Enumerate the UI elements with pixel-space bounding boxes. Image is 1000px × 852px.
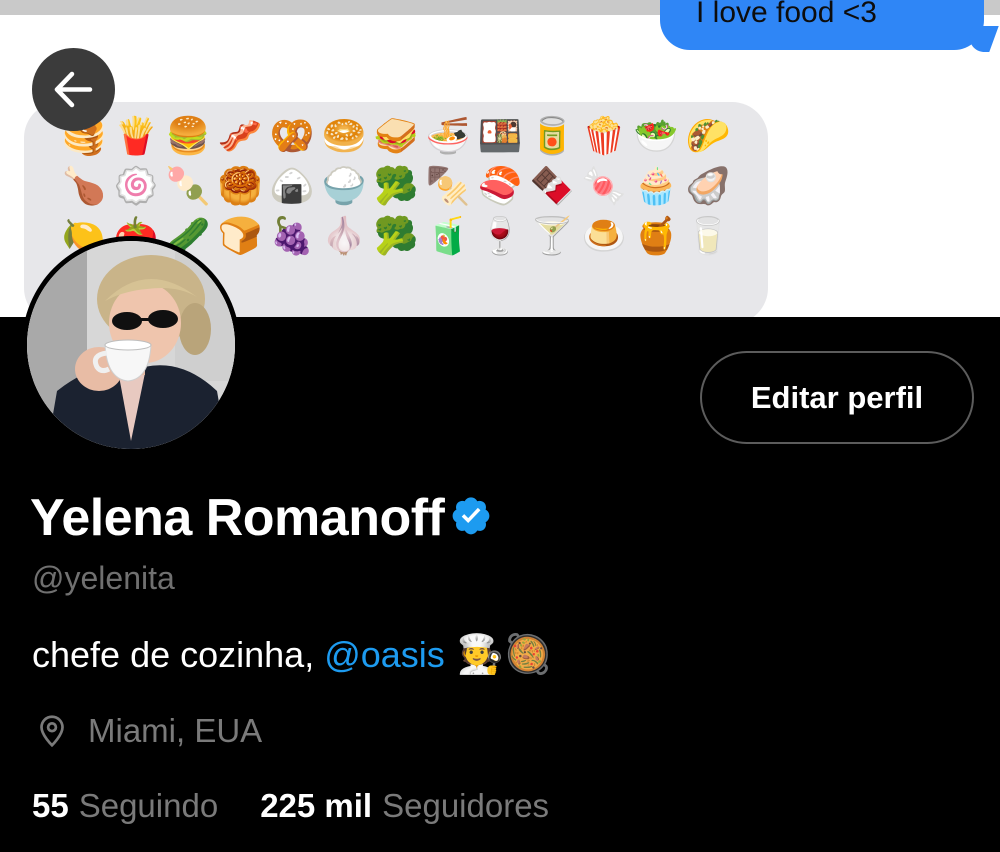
location-text: Miami, EUA (88, 712, 263, 749)
food-emoji: 🍇 (269, 216, 315, 257)
bio-emojis: 🧑‍🍳🥘 (456, 632, 552, 676)
food-emoji: 🦪 (685, 166, 731, 207)
profile-bio: chefe de cozinha, @oasis 🧑‍🍳🥘 (32, 632, 551, 677)
food-emoji: 🥦 (373, 216, 419, 257)
food-emoji: 🥓 (217, 116, 263, 157)
followers-link[interactable]: 225 mil Seguidores (260, 787, 549, 825)
following-label: Seguindo (78, 787, 219, 824)
food-emoji: 🍚 (321, 166, 367, 207)
food-emoji: 🍿 (581, 116, 627, 157)
food-emoji: 🍫 (529, 166, 575, 207)
verified-badge-icon (453, 497, 490, 535)
food-emoji: 🍞 (217, 216, 263, 257)
following-link[interactable]: 55 Seguindo (32, 787, 218, 825)
food-emoji: 🍬 (581, 166, 627, 207)
food-emoji: 🥗 (633, 116, 679, 157)
food-emoji: 🍷 (477, 216, 523, 257)
food-emoji: 🍗 (61, 166, 107, 207)
food-emoji: 🥛 (685, 216, 731, 257)
food-emoji: 🍮 (581, 216, 627, 257)
following-count: 55 (32, 787, 69, 824)
location-pin-icon (40, 715, 64, 748)
profile-location: Miami, EUA (34, 712, 262, 750)
food-emoji: 🍱 (477, 116, 523, 157)
food-emoji: 🍜 (425, 116, 471, 157)
food-emoji: 🍟 (113, 116, 159, 157)
food-emoji: 🍢 (425, 166, 471, 207)
bio-text: chefe de cozinha, (32, 633, 315, 675)
food-emoji: 🍥 (113, 166, 159, 207)
food-emoji: 🍣 (477, 166, 523, 207)
profile-handle: @yelenita (32, 560, 175, 596)
profile-stats: 55 Seguindo 225 mil Seguidores (32, 787, 549, 825)
food-emoji: 🥨 (269, 116, 315, 157)
sent-message-bubble: I love food <3 (660, 0, 984, 50)
food-emoji: 🧁 (633, 166, 679, 207)
profile-name: Yelena Romanoff (30, 489, 445, 547)
food-emoji: 🥦 (373, 166, 419, 207)
food-emoji: 🍙 (269, 166, 315, 207)
arrow-left-icon (54, 71, 93, 108)
food-emoji: 🍔 (165, 116, 211, 157)
edit-profile-button[interactable]: Editar perfil (700, 351, 974, 444)
food-emoji: 🥫 (529, 116, 575, 157)
food-emoji: 🍡 (165, 166, 211, 207)
food-emoji: 🍯 (633, 216, 679, 257)
food-emoji: 🥯 (321, 116, 367, 157)
followers-count: 225 mil (260, 787, 373, 824)
food-emoji: 🥮 (217, 166, 263, 207)
bio-mention-link[interactable]: @oasis (324, 634, 445, 676)
back-button[interactable] (32, 48, 115, 131)
avatar-photo (27, 241, 235, 449)
food-emoji: 🧄 (321, 216, 367, 257)
followers-label: Seguidores (382, 787, 550, 824)
food-emoji: 🥪 (373, 116, 419, 157)
profile-name-row: Yelena Romanoff (30, 488, 492, 548)
food-emoji: 🧃 (425, 216, 471, 257)
food-emoji: 🍸 (529, 216, 575, 257)
food-emoji: 🌮 (685, 116, 731, 157)
avatar[interactable] (22, 236, 240, 454)
